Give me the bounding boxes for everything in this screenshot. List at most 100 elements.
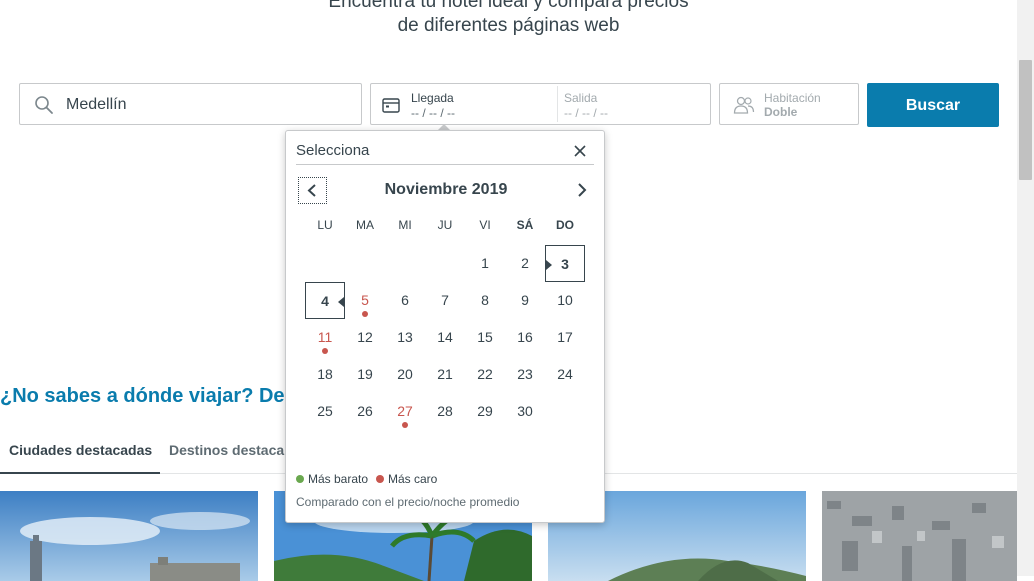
legend-cheap: Más barato xyxy=(296,472,368,486)
people-icon xyxy=(733,96,755,119)
calendar-day[interactable]: 8 xyxy=(465,282,505,319)
calendar-day[interactable]: 11 xyxy=(305,319,345,356)
calendar-day-number: 15 xyxy=(477,329,493,345)
calendar-day-number: 17 xyxy=(557,329,573,345)
calendar-day[interactable]: 15 xyxy=(465,319,505,356)
city-card-image[interactable] xyxy=(822,491,1017,581)
room-label: Habitación xyxy=(764,91,821,105)
calendar-day-number: 8 xyxy=(481,292,489,308)
calendar-day[interactable]: 24 xyxy=(545,356,585,393)
calendar-day[interactable]: 29 xyxy=(465,393,505,430)
prev-month-button[interactable] xyxy=(298,177,327,204)
red-dot-icon xyxy=(376,475,384,483)
calendar-day[interactable]: 9 xyxy=(505,282,545,319)
calendar-day[interactable]: 4 xyxy=(305,282,345,319)
checkin-field[interactable]: Llegada -- / -- / -- xyxy=(371,84,557,124)
weekday-label: VI xyxy=(479,218,491,232)
city-card-image[interactable] xyxy=(0,491,258,581)
calendar-day-number: 22 xyxy=(477,366,493,382)
calendar-day[interactable]: 13 xyxy=(385,319,425,356)
range-start-arrow-icon xyxy=(546,260,552,270)
calendar-day-number: 21 xyxy=(437,366,453,382)
legend-expensive: Más caro xyxy=(376,472,437,486)
weekday-label: MA xyxy=(356,218,374,232)
calendar-day-number: 10 xyxy=(557,292,573,308)
calendar-day[interactable]: 17 xyxy=(545,319,585,356)
price-comparison-note: Comparado con el precio/noche promedio xyxy=(296,495,520,509)
calendar-icon xyxy=(382,97,400,118)
calendar-day-number: 4 xyxy=(321,293,329,309)
calendar-day-number: 23 xyxy=(517,366,533,382)
calendar-day[interactable]: 2 xyxy=(505,245,545,282)
calendar-day-number: 13 xyxy=(397,329,413,345)
calendar-day[interactable]: 18 xyxy=(305,356,345,393)
headline-line-2: de diferentes páginas web xyxy=(397,15,620,36)
calendar-day[interactable]: 22 xyxy=(465,356,505,393)
scrollbar-thumb[interactable] xyxy=(1019,60,1032,180)
calendar-day[interactable]: 16 xyxy=(505,319,545,356)
checkout-label: Salida xyxy=(564,91,598,105)
calendar-day[interactable]: 30 xyxy=(505,393,545,430)
calendar-day[interactable]: 20 xyxy=(385,356,425,393)
expensive-dot-icon xyxy=(322,348,328,354)
calendar-day-number: 2 xyxy=(521,255,529,271)
calendar-day[interactable]: 7 xyxy=(425,282,465,319)
calendar-day[interactable]: 27 xyxy=(385,393,425,430)
weekday-label: JU xyxy=(437,218,453,232)
weekday-label: DO xyxy=(556,218,574,232)
calendar-day[interactable]: 3 xyxy=(545,245,585,282)
chevron-right-icon xyxy=(578,183,587,197)
tab-featured-cities[interactable]: Ciudades destacadas xyxy=(9,442,152,458)
calendar-day[interactable]: 19 xyxy=(345,356,385,393)
weekday-label: SÁ xyxy=(516,218,534,232)
calendar-day-number: 26 xyxy=(357,403,373,419)
expensive-dot-icon xyxy=(402,422,408,428)
close-icon[interactable] xyxy=(572,143,588,159)
calendar-day-number: 27 xyxy=(397,403,413,419)
chevron-left-icon xyxy=(307,184,316,197)
range-end-arrow-icon xyxy=(338,297,344,307)
calendar-day[interactable]: 26 xyxy=(345,393,385,430)
calendar-day[interactable]: 1 xyxy=(465,245,505,282)
weekday-label: MI xyxy=(398,218,412,232)
legend-expensive-label: Más caro xyxy=(388,472,438,486)
calendar-day[interactable]: 12 xyxy=(345,319,385,356)
next-month-button[interactable] xyxy=(572,179,592,201)
calendar-day-number: 3 xyxy=(561,256,569,272)
calendar-day[interactable]: 25 xyxy=(305,393,345,430)
checkout-value: -- / -- / -- xyxy=(564,106,608,120)
calendar-day[interactable]: 23 xyxy=(505,356,545,393)
date-picker-divider xyxy=(296,164,594,165)
green-dot-icon xyxy=(296,475,304,483)
month-label: Noviembre 2019 xyxy=(384,181,508,198)
destination-field[interactable]: Medellín xyxy=(19,83,362,125)
date-picker-title: Selecciona xyxy=(296,142,370,159)
checkout-field[interactable]: Salida -- / -- / -- xyxy=(558,84,710,124)
calendar-day[interactable]: 6 xyxy=(385,282,425,319)
calendar-day-number: 29 xyxy=(477,403,493,419)
search-button[interactable]: Buscar xyxy=(867,83,999,127)
headline-line-1: Encuentra tu hotel ideal y compara preci… xyxy=(328,0,689,12)
calendar-day-number: 30 xyxy=(517,403,533,419)
calendar-day[interactable]: 10 xyxy=(545,282,585,319)
tab-featured-destinations[interactable]: Destinos destaca xyxy=(169,442,284,458)
checkin-label: Llegada xyxy=(411,91,454,105)
calendar-day-number: 19 xyxy=(357,366,373,382)
calendar-day-number: 9 xyxy=(521,292,529,308)
calendar-day[interactable]: 28 xyxy=(425,393,465,430)
calendar-day-number: 20 xyxy=(397,366,413,382)
calendar-day-number: 12 xyxy=(357,329,373,345)
search-icon xyxy=(34,95,54,120)
calendar-day-number: 25 xyxy=(317,403,333,419)
calendar-day[interactable]: 21 xyxy=(425,356,465,393)
page-headline: Encuentra tu hotel ideal y compara preci… xyxy=(0,0,1017,38)
calendar-day[interactable]: 14 xyxy=(425,319,465,356)
calendar-day-number: 16 xyxy=(517,329,533,345)
promo-heading: ¿No sabes a dónde viajar? De xyxy=(0,385,285,407)
date-picker-popup: Selecciona Noviembre 2019 LU MA MI JU VI SÁ DO… xyxy=(285,130,605,523)
calendar-day-number: 24 xyxy=(557,366,573,382)
room-field[interactable]: Habitación Doble xyxy=(719,83,859,125)
active-tab-indicator xyxy=(0,472,160,474)
page-scrollbar[interactable] xyxy=(1017,0,1034,576)
calendar-day[interactable]: 5 xyxy=(345,282,385,319)
